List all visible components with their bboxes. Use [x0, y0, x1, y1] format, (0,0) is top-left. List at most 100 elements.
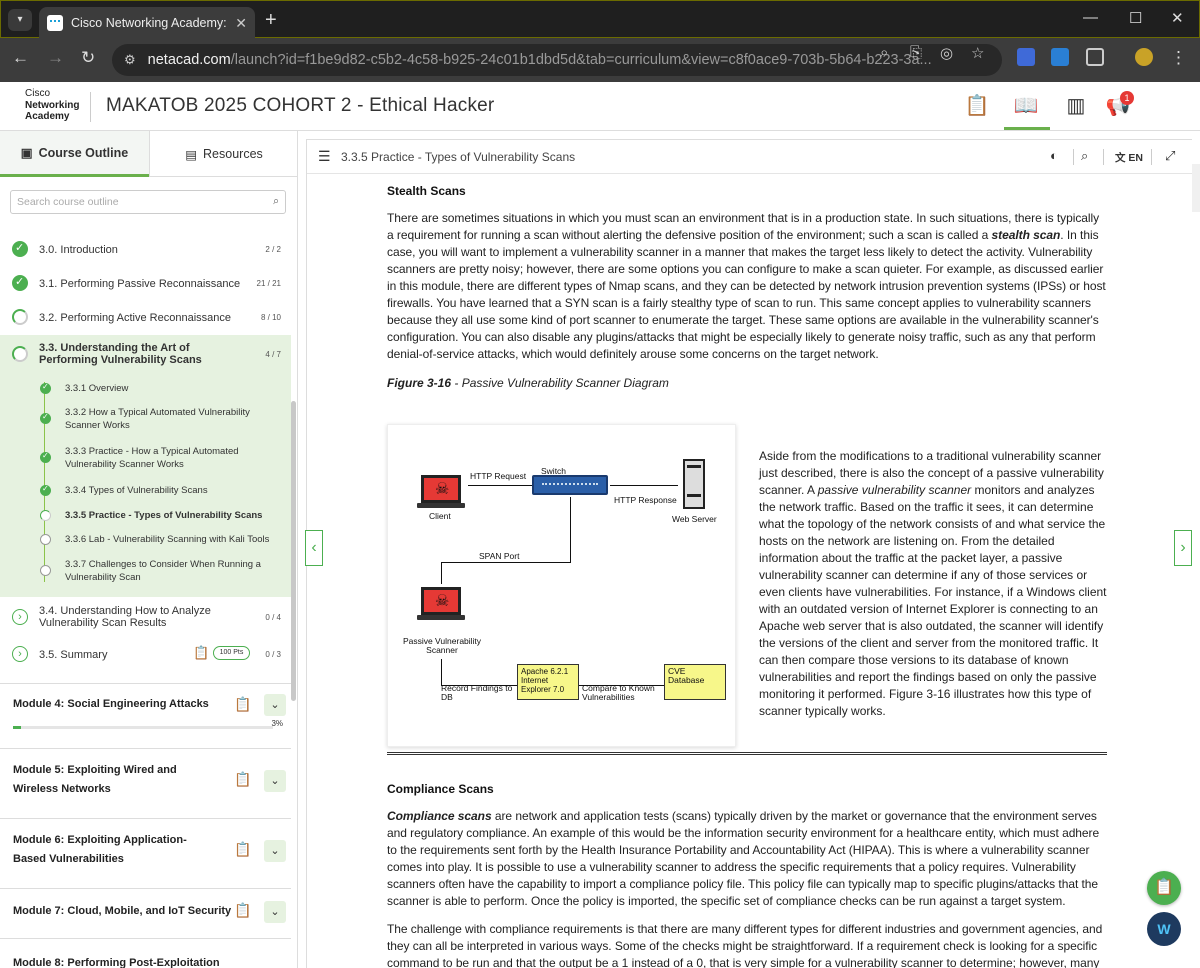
- stealth-scans-paragraph: There are sometimes situations in which …: [387, 210, 1107, 363]
- passive-scanner-paragraph: Aside from the modifications to a tradit…: [759, 448, 1109, 720]
- outline-topic-3-1[interactable]: 3.1. Performing Passive Reconnaissance 2…: [0, 267, 291, 299]
- tab-course-outline-label: Course Outline: [38, 145, 129, 160]
- module-8[interactable]: Module 8: Performing Post-Exploitation: [0, 938, 291, 968]
- reload-button[interactable]: ↻: [81, 48, 95, 68]
- dark-mode-icon[interactable]: ◐: [1050, 148, 1058, 163]
- header-separator: [1151, 149, 1152, 165]
- grades-chart-icon[interactable]: ▥: [1062, 92, 1090, 120]
- tracking-protection-icon[interactable]: ◎: [940, 44, 953, 62]
- bookmark-star-icon[interactable]: ☆: [971, 44, 984, 62]
- toggle-outline-icon[interactable]: ☰: [318, 148, 331, 165]
- outline-search-input[interactable]: Search course outline ⌕: [10, 190, 286, 214]
- subtopic-3-3-5[interactable]: 3.3.5 Practice - Types of Vulnerability …: [38, 509, 278, 525]
- span-port-label: SPAN Port: [479, 551, 520, 561]
- install-app-icon[interactable]: ⎘: [910, 44, 922, 61]
- subtopic-label: 3.3.1 Overview: [65, 383, 129, 394]
- address-bar[interactable]: ⚙ netacad.com/launch?id=f1be9d82-c5b2-4c…: [112, 44, 1002, 76]
- connector-line: [570, 497, 571, 563]
- section-divider: [387, 752, 1107, 755]
- new-tab-button[interactable]: +: [265, 9, 277, 32]
- subtopic-3-3-4[interactable]: 3.3.4 Types of Vulnerability Scans: [38, 484, 278, 500]
- subtopic-label: 3.3.4 Types of Vulnerability Scans: [65, 485, 208, 496]
- figure-caption: Figure 3-16 - Passive Vulnerability Scan…: [387, 376, 669, 390]
- stealth-para-b: . In this case, you will want to impleme…: [387, 228, 1106, 361]
- topic-label: 3.3. Understanding the Art of Performing…: [39, 342, 202, 366]
- module-progress-percent: 3%: [271, 719, 283, 728]
- module-6[interactable]: Module 6: Exploiting Application-Based V…: [0, 818, 291, 888]
- subtopic-3-3-7[interactable]: 3.3.7 Challenges to Consider When Runnin…: [38, 558, 278, 586]
- client-laptop-icon: [417, 475, 465, 509]
- logo-line2: Networking: [25, 99, 80, 111]
- passive-para-b: monitors and analyzes the network traffi…: [759, 483, 1107, 718]
- outline-topic-3-0[interactable]: 3.0. Introduction 2 / 2: [0, 233, 291, 265]
- extension-icon-translate[interactable]: [1051, 48, 1069, 66]
- browser-tab[interactable]: Cisco Networking Academy: MA ✕: [39, 7, 255, 39]
- outline-topic-3-4[interactable]: › 3.4. Understanding How to Analyze Vuln…: [0, 599, 291, 635]
- tab-search-button[interactable]: ▾: [8, 9, 32, 31]
- module-7[interactable]: Module 7: Cloud, Mobile, and IoT Securit…: [0, 888, 291, 938]
- subtopic-3-3-2[interactable]: 3.3.2 How a Typical Automated Vulnerabil…: [38, 406, 278, 434]
- subtopic-3-3-3[interactable]: 3.3.3 Practice - How a Typical Automated…: [38, 445, 278, 473]
- connector-line: [468, 485, 532, 486]
- site-info-icon[interactable]: ⚙: [124, 52, 136, 68]
- tab-course-outline[interactable]: ▣ Course Outline: [0, 131, 149, 177]
- floating-assistant-button[interactable]: W: [1147, 912, 1181, 946]
- tab-resources[interactable]: ▤ Resources: [149, 131, 297, 177]
- stealth-term: stealth scan: [991, 228, 1061, 242]
- header-separator: [1073, 149, 1074, 165]
- chevron-down-icon[interactable]: ⌄: [264, 901, 286, 923]
- connector-line: [610, 485, 678, 486]
- extension-icon-blue[interactable]: [1017, 48, 1035, 66]
- minimize-button[interactable]: —: [1083, 9, 1098, 26]
- browser-menu-icon[interactable]: ⋮: [1170, 48, 1187, 68]
- floating-quiz-button[interactable]: 📋: [1147, 871, 1181, 905]
- book-icon[interactable]: 📖: [1012, 92, 1040, 120]
- passive-scanner-diagram: Client HTTP Request Switch HTTP Response…: [387, 424, 736, 747]
- outline-topic-3-2[interactable]: 3.2. Performing Active Reconnaissance 8 …: [0, 301, 291, 333]
- topic-label: 3.0. Introduction: [39, 244, 118, 256]
- module-5[interactable]: Module 5: Exploiting Wired and Wireless …: [0, 748, 291, 818]
- module-4[interactable]: Module 4: Social Engineering Attacks 📋 ⌄…: [0, 683, 291, 748]
- passive-term: passive vulnerability scanner: [817, 483, 972, 497]
- forward-button[interactable]: →: [47, 48, 64, 68]
- language-label: EN: [1128, 152, 1144, 164]
- chevron-down-icon[interactable]: ⌄: [264, 840, 286, 862]
- outline-topic-3-3[interactable]: 3.3. Understanding the Art of Performing…: [0, 335, 291, 373]
- header-divider: [90, 92, 91, 122]
- clipboard-icon[interactable]: 📋: [963, 92, 991, 120]
- previous-page-button[interactable]: ‹: [305, 530, 323, 566]
- maximize-button[interactable]: ☐: [1129, 9, 1142, 27]
- web-server-label: Web Server: [672, 514, 717, 524]
- subtopic-label: 3.3.3 Practice - How a Typical Automated…: [65, 446, 239, 470]
- logo-line1: Cisco: [25, 88, 51, 99]
- next-page-button[interactable]: ›: [1174, 530, 1192, 566]
- subtopic-3-3-1[interactable]: 3.3.1 Overview: [38, 381, 278, 397]
- findings-db-box: Apache 6.2.1 Internet Explorer 7.0: [517, 664, 579, 700]
- profile-avatar[interactable]: [1135, 48, 1153, 66]
- search-icon[interactable]: ⌕: [273, 195, 279, 208]
- fullscreen-icon[interactable]: ⤢: [1165, 148, 1175, 164]
- language-selector[interactable]: 文 EN: [1115, 150, 1143, 165]
- topic-count: 0 / 3: [265, 650, 281, 659]
- subtopic-3-3-6[interactable]: 3.3.6 Lab - Vulnerability Scanning with …: [38, 533, 278, 549]
- search-icon[interactable]: ⌕: [1081, 148, 1088, 164]
- outline-icon: ▣: [20, 146, 33, 160]
- close-tab-icon[interactable]: ✕: [235, 15, 247, 32]
- back-button[interactable]: ←: [12, 48, 29, 68]
- points-badge: 100 Pts: [213, 646, 250, 660]
- complete-check-icon: [40, 451, 51, 463]
- not-started-icon: [40, 534, 51, 545]
- client-label: Client: [429, 511, 451, 521]
- netacad-logo[interactable]: Cisco Networking Academy: [25, 88, 79, 123]
- search-placeholder: Search course outline: [17, 196, 119, 208]
- zoom-icon[interactable]: ⌕: [880, 44, 888, 61]
- chevron-down-icon[interactable]: ⌄: [264, 694, 286, 716]
- topic-count: 8 / 10: [260, 313, 281, 322]
- http-request-label: HTTP Request: [470, 471, 527, 481]
- extensions-puzzle-icon[interactable]: [1086, 48, 1104, 66]
- sidebar-scrollbar[interactable]: [291, 401, 296, 701]
- close-window-button[interactable]: ✕: [1171, 9, 1184, 27]
- chevron-down-icon[interactable]: ⌄: [264, 770, 286, 792]
- module-title: Module 5: Exploiting Wired and Wireless …: [13, 764, 177, 795]
- topic-count: 2 / 2: [265, 245, 281, 254]
